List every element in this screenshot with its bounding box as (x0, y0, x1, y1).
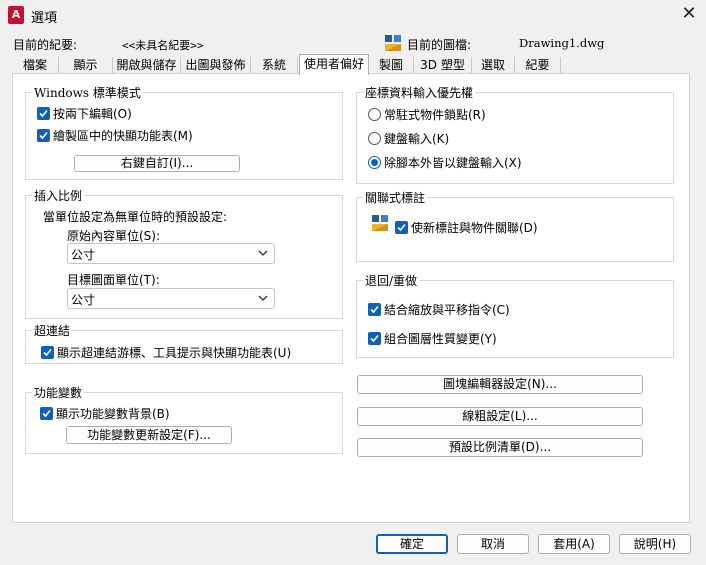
windows-style-title: Windows 標準模式 (32, 84, 143, 101)
current-drawing-value: Drawing1.dwg (519, 36, 605, 50)
radio-unselected-icon (368, 108, 381, 121)
radio-keyboard-entry-label: 鍵盤輸入(K) (384, 132, 450, 146)
lineweight-settings-button[interactable]: 線粗設定(L)... (357, 407, 643, 426)
insertion-scale-title: 插入比例 (32, 187, 85, 204)
right-click-customization-button[interactable]: 右鍵自訂(I)... (74, 155, 240, 172)
help-button[interactable]: 說明(H) (619, 534, 691, 554)
checkbox-checked-icon (41, 346, 54, 359)
shortcut-menus-label: 繪製區中的快顯功能表(M) (53, 129, 193, 143)
hyperlink-title: 超連結 (32, 322, 73, 339)
apply-button[interactable]: 套用(A) (538, 534, 610, 554)
tab-drafting[interactable]: 製圖 (369, 57, 414, 74)
tab-open-save[interactable]: 開啟與儲存 (113, 57, 181, 74)
close-icon[interactable]: ✕ (678, 4, 700, 26)
radio-keyboard-except-scripts[interactable]: 除腳本外皆以鍵盤輸入(X) (368, 154, 522, 171)
autocad-app-icon: A (8, 6, 24, 24)
fields-title: 功能變數 (32, 384, 85, 401)
checkbox-checked-icon (368, 332, 381, 345)
checkbox-checked-icon (37, 107, 50, 120)
tab-display[interactable]: 顯示 (59, 57, 113, 74)
combine-zoom-pan-checkbox[interactable]: 結合縮放與平移指令(C) (368, 301, 510, 318)
block-editor-settings-button[interactable]: 圖塊編輯器設定(N)... (357, 375, 643, 394)
assoc-dim-label: 使新標註與物件關聯(D) (411, 221, 538, 235)
target-units-label: 目標圖面單位(T): (67, 273, 160, 287)
tab-content-panel: Windows 標準模式 按兩下編輯(O) 繪製區中的快顯功能表(M) 右鍵自訂… (12, 73, 690, 523)
tab-plot-publish[interactable]: 出圖與發佈 (181, 57, 251, 74)
target-units-select[interactable]: 公寸 (67, 288, 275, 309)
double-click-edit-checkbox[interactable]: 按兩下編輯(O) (37, 105, 132, 122)
tab-system[interactable]: 系統 (251, 57, 298, 74)
coord-priority-group: 座標資料輸入優先權 常駐式物件鎖點(R) 鍵盤輸入(K) 除腳本外皆以鍵盤輸入(… (356, 84, 674, 184)
default-scale-list-button[interactable]: 預設比例清單(D)... (357, 438, 643, 457)
fields-group: 功能變數 顯示功能變數背景(B) 功能變數更新設定(F)... (25, 384, 343, 454)
ok-button[interactable]: 確定 (376, 534, 448, 554)
tab-3d-modeling[interactable]: 3D 塑型 (414, 57, 472, 74)
assoc-dim-group: 關聯式標註 使新標註與物件關聯(D) (356, 189, 674, 262)
undo-redo-title: 退回/重做 (363, 272, 420, 289)
drawing-file-icon (385, 35, 401, 54)
associative-dimension-icon (372, 215, 388, 234)
tab-profiles[interactable]: 紀要 (515, 57, 561, 74)
tab-files[interactable]: 檔案 (12, 57, 59, 74)
source-units-value: 公寸 (71, 248, 96, 262)
title-bar (0, 0, 706, 30)
double-click-edit-label: 按兩下編輯(O) (53, 107, 132, 121)
source-units-select[interactable]: 公寸 (67, 243, 275, 264)
source-units-label: 原始內容單位(S): (67, 229, 161, 243)
window-title: 選項 (31, 11, 58, 26)
combine-layer-changes-label: 組合圖層性質變更(Y) (384, 332, 497, 346)
shortcut-menus-checkbox[interactable]: 繪製區中的快顯功能表(M) (37, 127, 193, 144)
assoc-dim-title: 關聯式標註 (363, 189, 428, 206)
radio-running-osnap-label: 常駐式物件鎖點(R) (384, 108, 486, 122)
windows-style-group: Windows 標準模式 按兩下編輯(O) 繪製區中的快顯功能表(M) 右鍵自訂… (25, 84, 343, 180)
hyperlink-cursor-checkbox[interactable]: 顯示超連結游標、工具提示與快顯功能表(U) (41, 344, 291, 361)
combine-zoom-pan-label: 結合縮放與平移指令(C) (384, 303, 510, 317)
checkbox-checked-icon (395, 221, 408, 234)
tab-selection[interactable]: 選取 (472, 57, 515, 74)
combine-layer-changes-checkbox[interactable]: 組合圖層性質變更(Y) (368, 330, 497, 347)
hyperlink-cursor-label: 顯示超連結游標、工具提示與快顯功能表(U) (57, 346, 292, 360)
chevron-down-icon (258, 250, 268, 256)
insertion-scale-group: 插入比例 當單位設定為無單位時的預設設定: 原始內容單位(S): 公寸 目標圖面… (25, 187, 343, 319)
field-background-checkbox[interactable]: 顯示功能變數背景(B) (40, 405, 170, 422)
current-profile-label: 目前的紀要: (13, 38, 78, 52)
checkbox-checked-icon (368, 303, 381, 316)
hyperlink-group: 超連結 顯示超連結游標、工具提示與快顯功能表(U) (25, 322, 343, 364)
tab-user-preferences[interactable]: 使用者偏好 (299, 54, 369, 75)
field-background-label: 顯示功能變數背景(B) (56, 407, 170, 421)
undo-redo-group: 退回/重做 結合縮放與平移指令(C) 組合圖層性質變更(Y) (356, 272, 674, 358)
target-units-value: 公寸 (71, 293, 96, 307)
assoc-dim-checkbox[interactable]: 使新標註與物件關聯(D) (395, 219, 538, 236)
current-profile-value: <<未具名紀要>> (122, 39, 204, 52)
checkbox-checked-icon (40, 407, 53, 420)
cancel-button[interactable]: 取消 (457, 534, 529, 554)
radio-running-osnap[interactable]: 常駐式物件鎖點(R) (368, 106, 486, 123)
chevron-down-icon (258, 295, 268, 301)
coord-priority-title: 座標資料輸入優先權 (363, 84, 476, 101)
radio-keyboard-entry[interactable]: 鍵盤輸入(K) (368, 130, 449, 147)
radio-selected-icon (368, 156, 381, 169)
insertion-scale-description: 當單位設定為無單位時的預設設定: (43, 210, 228, 224)
checkbox-checked-icon (37, 129, 50, 142)
current-drawing-label: 目前的圖檔: (407, 38, 472, 52)
field-update-settings-button[interactable]: 功能變數更新設定(F)... (66, 426, 232, 444)
radio-keyboard-except-scripts-label: 除腳本外皆以鍵盤輸入(X) (384, 156, 522, 170)
radio-unselected-icon (368, 132, 381, 145)
